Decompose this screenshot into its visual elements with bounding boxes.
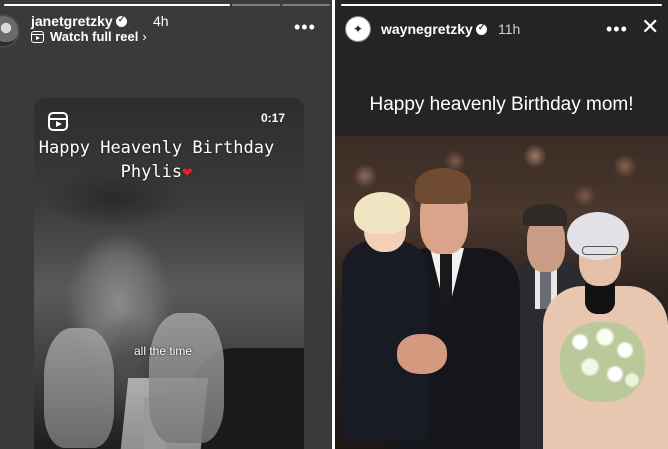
username-link[interactable]: waynegretzky: [381, 21, 487, 37]
overlay-line-1: Happy Heavenly Birthday: [38, 138, 275, 158]
avatar[interactable]: [0, 14, 20, 48]
username-text: janetgretzky: [31, 13, 113, 29]
heart-emoji: ❤: [182, 162, 193, 182]
reel-icon: [48, 112, 68, 131]
more-options-icon[interactable]: •••: [606, 20, 628, 38]
story-caption: Happy heavenly Birthday mom!: [369, 94, 634, 115]
overlay-line-2: Phylis: [120, 162, 183, 182]
story-text-overlay: Happy Heavenly Birthday Phylis❤: [0, 136, 313, 184]
username-link[interactable]: janetgretzky: [31, 13, 127, 29]
post-time: 11h: [498, 21, 521, 37]
verified-badge-icon: [115, 14, 127, 27]
story-janetgretzky[interactable]: janetgretzky 4h Watch full reel › ••• 0:…: [0, 0, 332, 449]
story-progress-segment: [4, 4, 230, 6]
verified-badge-icon: [475, 22, 487, 35]
more-options-icon[interactable]: •••: [294, 18, 316, 36]
username-text: waynegretzky: [381, 21, 473, 37]
post-time: 4h: [153, 13, 169, 29]
story-progress-segment: [282, 4, 330, 6]
chevron-right-icon: ›: [142, 29, 147, 44]
watch-full-reel-label: Watch full reel: [50, 29, 139, 44]
story-header: ✦ waynegretzky 11h ••• ✕: [335, 0, 668, 60]
story-progress-segment: [232, 4, 280, 6]
watch-full-reel-link[interactable]: Watch full reel ›: [31, 29, 147, 44]
reel-duration: 0:17: [261, 111, 286, 125]
story-waynegretzky[interactable]: ✦ waynegretzky 11h ••• ✕ Happy heavenly …: [335, 0, 668, 449]
story-photo: [335, 136, 668, 449]
story-header: janetgretzky 4h Watch full reel › •••: [0, 8, 332, 48]
reel-subtitle: all the time: [134, 344, 193, 358]
reel-icon: [31, 30, 44, 43]
logo-icon: ✦: [352, 22, 364, 36]
close-icon[interactable]: ✕: [641, 16, 659, 38]
avatar[interactable]: ✦: [345, 16, 371, 42]
